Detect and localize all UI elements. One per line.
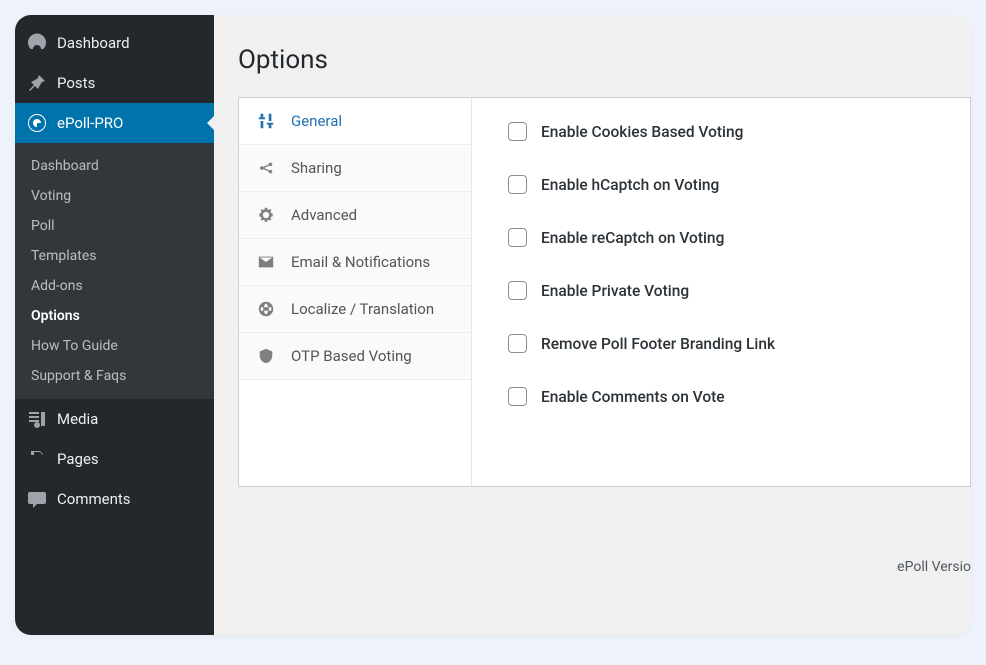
checkbox[interactable] <box>508 228 527 247</box>
submenu-dashboard[interactable]: Dashboard <box>15 151 214 181</box>
submenu-addons[interactable]: Add-ons <box>15 271 214 301</box>
menu-comments[interactable]: Comments <box>15 479 214 519</box>
checkbox[interactable] <box>508 387 527 406</box>
menu-label: Comments <box>57 490 131 508</box>
tab-label: Email & Notifications <box>291 253 430 271</box>
admin-sidebar: Dashboard Posts ePoll-PRO Dashboard Voti… <box>15 15 214 635</box>
tab-general[interactable]: General <box>239 98 471 145</box>
tab-advanced[interactable]: Advanced <box>239 192 471 239</box>
option-label: Remove Poll Footer Branding Link <box>541 335 775 353</box>
checkbox[interactable] <box>508 122 527 141</box>
menu-label: Pages <box>57 450 99 468</box>
version-footer: ePoll Versio <box>897 559 971 575</box>
option-recaptcha: Enable reCaptch on Voting <box>508 228 934 247</box>
submenu-poll[interactable]: Poll <box>15 211 214 241</box>
submenu-support[interactable]: Support & Faqs <box>15 361 214 391</box>
gear-icon <box>257 206 275 224</box>
submenu-templates[interactable]: Templates <box>15 241 214 271</box>
option-label: Enable Comments on Vote <box>541 388 725 406</box>
envelope-icon <box>257 253 275 271</box>
checkbox[interactable] <box>508 281 527 300</box>
menu-label: Media <box>57 410 98 428</box>
options-panel: General Sharing Advanced Email & Notific… <box>238 97 971 487</box>
option-label: Enable Private Voting <box>541 282 689 300</box>
page-title: Options <box>238 45 971 75</box>
globe-icon <box>257 300 275 318</box>
submenu-howto[interactable]: How To Guide <box>15 331 214 361</box>
option-cookies-voting: Enable Cookies Based Voting <box>508 122 934 141</box>
menu-label: ePoll-PRO <box>57 114 123 132</box>
menu-label: Posts <box>57 74 95 92</box>
option-remove-branding: Remove Poll Footer Branding Link <box>508 334 934 353</box>
epoll-icon <box>27 113 47 133</box>
gauge-icon <box>27 33 47 53</box>
content-area: Options General Sharing Advanced <box>214 15 971 635</box>
media-icon <box>27 409 47 429</box>
options-tabs: General Sharing Advanced Email & Notific… <box>239 98 472 486</box>
menu-pages[interactable]: Pages <box>15 439 214 479</box>
pages-icon <box>27 449 47 469</box>
option-label: Enable hCaptch on Voting <box>541 176 719 194</box>
option-label: Enable reCaptch on Voting <box>541 229 724 247</box>
tab-label: OTP Based Voting <box>291 347 412 365</box>
option-label: Enable Cookies Based Voting <box>541 123 743 141</box>
menu-epoll-pro[interactable]: ePoll-PRO <box>15 103 214 143</box>
checkbox[interactable] <box>508 334 527 353</box>
menu-media[interactable]: Media <box>15 399 214 439</box>
tab-label: Localize / Translation <box>291 300 434 318</box>
checkbox[interactable] <box>508 175 527 194</box>
submenu-options[interactable]: Options <box>15 301 214 331</box>
option-private-voting: Enable Private Voting <box>508 281 934 300</box>
pin-icon <box>27 73 47 93</box>
options-list: Enable Cookies Based Voting Enable hCapt… <box>472 98 970 486</box>
share-icon <box>257 159 275 177</box>
tab-label: General <box>291 112 342 130</box>
menu-label: Dashboard <box>57 34 130 52</box>
shield-icon <box>257 347 275 365</box>
comment-icon <box>27 489 47 509</box>
tab-localize[interactable]: Localize / Translation <box>239 286 471 333</box>
tab-sharing[interactable]: Sharing <box>239 145 471 192</box>
tab-otp[interactable]: OTP Based Voting <box>239 333 471 380</box>
tab-label: Advanced <box>291 206 357 224</box>
option-comments-vote: Enable Comments on Vote <box>508 387 934 406</box>
sliders-icon <box>257 112 275 130</box>
option-hcaptcha: Enable hCaptch on Voting <box>508 175 934 194</box>
submenu-voting[interactable]: Voting <box>15 181 214 211</box>
submenu-epoll: Dashboard Voting Poll Templates Add-ons … <box>15 143 214 399</box>
menu-posts[interactable]: Posts <box>15 63 214 103</box>
menu-dashboard[interactable]: Dashboard <box>15 23 214 63</box>
tab-email[interactable]: Email & Notifications <box>239 239 471 286</box>
tab-label: Sharing <box>291 159 342 177</box>
